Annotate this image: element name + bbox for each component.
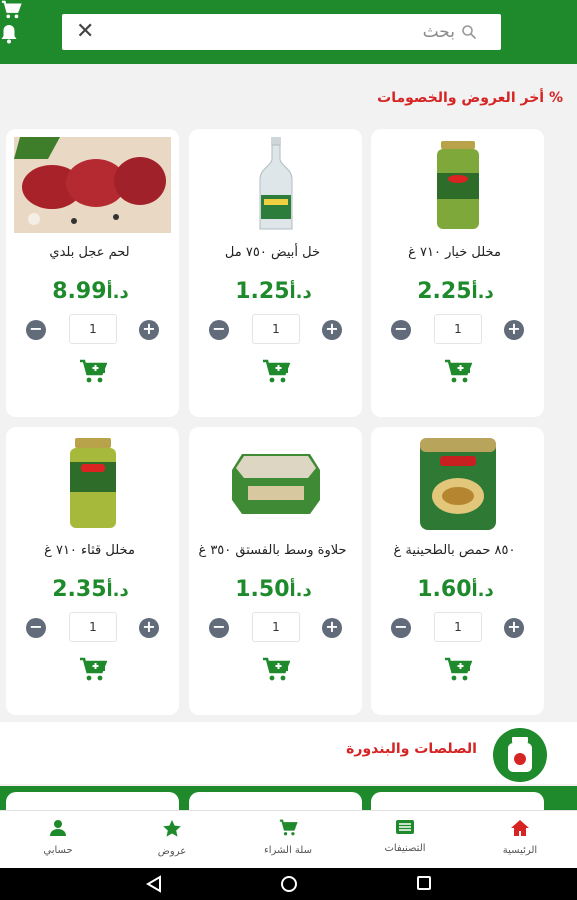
add-to-cart-icon[interactable] [444, 359, 472, 385]
home-circle-icon[interactable] [280, 875, 298, 897]
quantity-input[interactable]: 1 [434, 314, 482, 344]
increase-qty-button[interactable]: + [139, 320, 159, 340]
sauce-jar-icon [493, 728, 547, 782]
product-price: 1.50د.أ [189, 577, 362, 602]
product-price: 2.35د.أ [6, 577, 179, 602]
decrease-qty-button[interactable]: − [209, 618, 229, 638]
app-header: ✕ بحث [0, 0, 577, 64]
cart-icon [1, 0, 22, 19]
product-name: حلاوة وسط بالفستق ٣٥٠ غ [198, 543, 347, 558]
decrease-qty-button[interactable]: − [209, 320, 229, 340]
price-value: 1.60 [417, 577, 472, 602]
system-navigation-bar [0, 868, 577, 900]
currency: د.أ [106, 580, 129, 601]
nav-cart[interactable]: سلة الشراء [238, 819, 338, 856]
product-name: مخلل قثاء ٧١٠ غ [44, 543, 135, 558]
decrease-qty-button[interactable]: − [391, 618, 411, 638]
product-price: 1.60د.أ [371, 577, 544, 602]
price-value: 1.25 [235, 279, 290, 304]
product-image [197, 137, 354, 233]
product-image [14, 435, 171, 531]
decrease-qty-button[interactable]: − [26, 618, 46, 638]
nav-offers[interactable]: عروض [122, 819, 222, 857]
product-card[interactable]: حلاوة وسط بالفستق ٣٥٠ غ 1.50د.أ − 1 + [189, 427, 362, 715]
search-icon [462, 25, 477, 40]
back-icon[interactable] [146, 875, 162, 897]
category-title: الصلصات والبندورة [346, 741, 477, 757]
cart-icon [279, 819, 298, 836]
star-icon [163, 820, 181, 837]
product-image [379, 435, 536, 531]
category-header[interactable]: الصلصات والبندورة [0, 722, 577, 784]
increase-qty-button[interactable]: + [504, 320, 524, 340]
quantity-input[interactable]: 1 [252, 612, 300, 642]
product-card[interactable]: ٨٥٠ حمص بالطحينية غ 1.60د.أ − 1 + [371, 427, 544, 715]
product-name: لحم عجل بلدي [49, 245, 130, 260]
price-value: 1.50 [235, 577, 290, 602]
product-card[interactable]: خل أبيض ٧٥٠ مل 1.25د.أ − 1 + [189, 129, 362, 417]
add-to-cart-icon[interactable] [79, 657, 107, 683]
product-name: مخلل خيار ٧١٠ غ [408, 245, 501, 260]
product-price: 2.25د.أ [371, 279, 544, 304]
add-to-cart-icon[interactable] [262, 359, 290, 385]
product-card[interactable]: مخلل قثاء ٧١٠ غ 2.35د.أ − 1 + [6, 427, 179, 715]
price-value: 2.25 [417, 279, 472, 304]
nav-label: حسابي [43, 845, 73, 856]
categories-icon [396, 820, 414, 834]
product-price: 1.25د.أ [189, 279, 362, 304]
quantity-input[interactable]: 1 [69, 314, 117, 344]
close-icon[interactable]: ✕ [76, 19, 94, 45]
product-price: 8.99د.أ [6, 279, 179, 304]
currency: د.أ [106, 282, 129, 303]
nav-label: عروض [157, 846, 187, 857]
nav-label: التصنيفات [384, 843, 426, 854]
product-image [379, 137, 536, 233]
increase-qty-button[interactable]: + [322, 320, 342, 340]
product-name: خل أبيض ٧٥٠ مل [224, 245, 321, 260]
currency: د.أ [471, 580, 494, 601]
increase-qty-button[interactable]: + [322, 618, 342, 638]
bell-icon [1, 25, 17, 44]
increase-qty-button[interactable]: + [504, 618, 524, 638]
decrease-qty-button[interactable]: − [26, 320, 46, 340]
increase-qty-button[interactable]: + [139, 618, 159, 638]
price-value: 8.99 [52, 279, 107, 304]
home-icon [511, 820, 529, 836]
offers-section-title: % أخر العروض والخصومات [377, 90, 563, 106]
product-image [197, 435, 354, 531]
nav-label: سلة الشراء [264, 845, 312, 856]
user-icon [50, 820, 66, 836]
nav-account[interactable]: حسابي [8, 819, 108, 856]
nav-label: الرئيسية [502, 845, 538, 856]
currency: د.أ [289, 580, 312, 601]
add-to-cart-icon[interactable] [79, 359, 107, 385]
recents-icon[interactable] [416, 875, 432, 895]
bottom-navigation: الرئيسية التصنيفات سلة الشراء عروض حسابي [0, 810, 577, 868]
product-name: ٨٥٠ حمص بالطحينية غ [393, 543, 516, 558]
add-to-cart-icon[interactable] [444, 657, 472, 683]
quantity-input[interactable]: 1 [252, 314, 300, 344]
decrease-qty-button[interactable]: − [391, 320, 411, 340]
currency: د.أ [471, 282, 494, 303]
add-to-cart-icon[interactable] [262, 657, 290, 683]
currency: د.أ [289, 282, 312, 303]
product-image [14, 137, 171, 233]
product-card[interactable]: مخلل خيار ٧١٠ غ 2.25د.أ − 1 + [371, 129, 544, 417]
search-placeholder: بحث [422, 22, 455, 42]
quantity-input[interactable]: 1 [69, 612, 117, 642]
price-value: 2.35 [52, 577, 107, 602]
nav-categories[interactable]: التصنيفات [355, 819, 455, 854]
product-card[interactable]: لحم عجل بلدي 8.99د.أ − 1 + [6, 129, 179, 417]
nav-home[interactable]: الرئيسية [470, 819, 570, 856]
quantity-input[interactable]: 1 [434, 612, 482, 642]
search-bar[interactable]: ✕ بحث [62, 14, 501, 50]
